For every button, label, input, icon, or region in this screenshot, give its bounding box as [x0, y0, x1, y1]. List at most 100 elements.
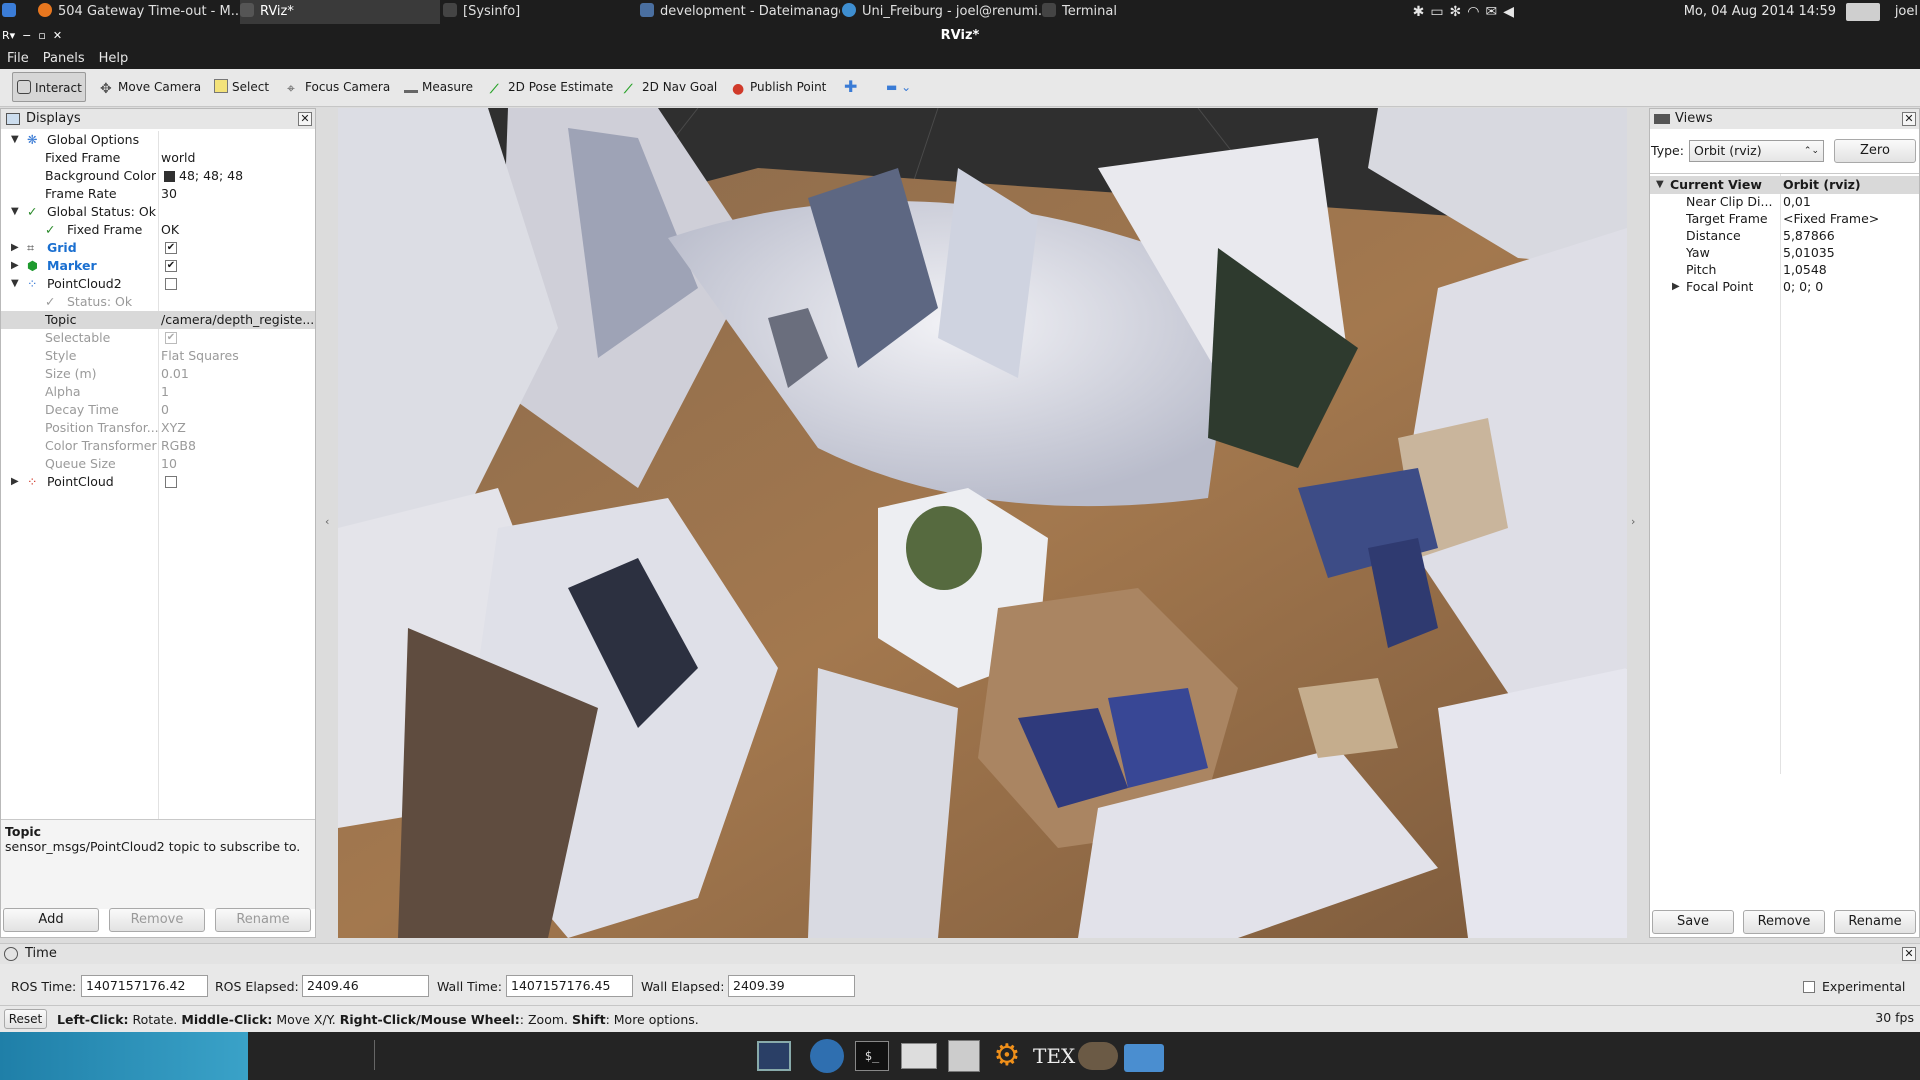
tree-row-position-transformer[interactable]: Position Transfor... XYZ [1, 419, 315, 437]
tree-row-frame-rate[interactable]: Frame Rate 30 [1, 185, 315, 203]
tool-focus-camera[interactable]: ⌖ Focus Camera [283, 72, 394, 102]
tree-row-style[interactable]: Style Flat Squares [1, 347, 315, 365]
tree-row-fixed-frame[interactable]: Fixed Frame world [1, 149, 315, 167]
tree-row-color-transformer[interactable]: Color Transformer RGB8 [1, 437, 315, 455]
tree-row-yaw[interactable]: Yaw 5,01035 [1650, 244, 1919, 262]
reset-button[interactable]: Reset [4, 1009, 47, 1029]
gear-icon: ❋ [27, 132, 38, 147]
task-terminal[interactable]: Terminal [1042, 0, 1172, 24]
add-tool-icon[interactable]: ✚ [840, 72, 861, 102]
rename-display-button[interactable]: Rename [215, 908, 311, 932]
ros-time-field[interactable]: 1407157176.42 [81, 975, 208, 997]
browser-app-icon[interactable] [810, 1039, 844, 1073]
tree-row-decay-time[interactable]: Decay Time 0 [1, 401, 315, 419]
tool-move-camera[interactable]: ✥ Move Camera [96, 72, 205, 102]
remove-display-button[interactable]: Remove [109, 908, 205, 932]
tree-row-selectable[interactable]: Selectable ✔ [1, 329, 315, 347]
point-cloud-scene[interactable] [338, 108, 1627, 938]
collapse-icon[interactable]: ▶ [11, 239, 19, 257]
rename-view-button[interactable]: Rename [1834, 910, 1916, 934]
tool-2d-nav-goal[interactable]: ⟋ 2D Nav Goal [620, 72, 721, 102]
app-menu-icon[interactable] [2, 0, 24, 24]
window-switcher-icon[interactable] [901, 1043, 937, 1069]
add-display-button[interactable]: Add [3, 908, 99, 932]
monitor-app-icon[interactable] [757, 1041, 791, 1071]
tool-2d-pose-estimate[interactable]: ⟋ 2D Pose Estimate [486, 72, 617, 102]
terminal-app-icon[interactable]: $_ [855, 1041, 889, 1071]
task-file-manager[interactable]: development - Dateimanager [640, 0, 840, 24]
tree-row-target-frame[interactable]: Target Frame <Fixed Frame> [1650, 210, 1919, 228]
close-icon[interactable]: ✕ [298, 112, 312, 126]
tree-row-status-ok[interactable]: ✓ Status: Ok [1, 293, 315, 311]
collapse-icon[interactable]: ▶ [11, 257, 19, 275]
gimp-app-icon[interactable] [1078, 1042, 1118, 1070]
type-label: Type: [1651, 143, 1684, 158]
tool-measure[interactable]: Measure [400, 72, 477, 102]
tool-interact[interactable]: Interact [12, 72, 86, 102]
tree-row-near-clip[interactable]: Near Clip Di... 0,01 [1650, 193, 1919, 211]
close-icon[interactable]: ✕ [1902, 112, 1916, 126]
tree-row-alpha[interactable]: Alpha 1 [1, 383, 315, 401]
task-rviz[interactable]: RViz* [240, 0, 440, 24]
task-chat[interactable]: Uni_Freiburg - joel@renumi... [842, 0, 1042, 24]
tree-row-pitch[interactable]: Pitch 1,0548 [1650, 261, 1919, 279]
right-splitter-handle[interactable]: › [1631, 515, 1635, 528]
task-browser[interactable]: 504 Gateway Time-out - M... [38, 0, 238, 24]
color-swatch[interactable] [164, 171, 175, 182]
task-sysinfo[interactable]: [Sysinfo] [443, 0, 623, 24]
ros-elapsed-field[interactable]: 2409.46 [302, 975, 429, 997]
tree-row-grid[interactable]: ▶ ⌗ Grid ✔ [1, 239, 315, 257]
tree-row-pointcloud2[interactable]: ▼ ⁘ PointCloud2 [1, 275, 315, 293]
tree-row-marker[interactable]: ▶ ⬢ Marker ✔ [1, 257, 315, 275]
tree-row-focal-point[interactable]: ▶ Focal Point 0; 0; 0 [1650, 278, 1919, 296]
menu-help[interactable]: Help [92, 48, 136, 69]
tree-row-distance[interactable]: Distance 5,87866 [1650, 227, 1919, 245]
tool-select[interactable]: Select [210, 72, 273, 102]
tree-row-fixed-frame-status[interactable]: ✓ Fixed Frame OK [1, 221, 315, 239]
tray-icons[interactable]: ✱▭✻◠✉◀ [1413, 0, 1520, 24]
tree-row-pointcloud[interactable]: ▶ ⁘ PointCloud [1, 473, 315, 491]
wall-elapsed-field[interactable]: 2409.39 [728, 975, 855, 997]
tree-row-topic[interactable]: Topic/camera/depth_registe... [1, 311, 315, 329]
tree-row-global-options[interactable]: ▼ ❋ Global Options [1, 131, 315, 149]
tree-row-queue-size[interactable]: Queue Size 10 [1, 455, 315, 473]
wall-time-field[interactable]: 1407157176.45 [506, 975, 633, 997]
time-header: Time ✕ [0, 944, 1920, 964]
tree-row-size[interactable]: Size (m) 0.01 [1, 365, 315, 383]
pointcloud-enabled-checkbox[interactable] [165, 476, 177, 488]
expand-icon[interactable]: ▼ [11, 131, 19, 149]
pointcloud2-enabled-checkbox[interactable] [165, 278, 177, 290]
marker-enabled-checkbox[interactable]: ✔ [165, 260, 177, 272]
tool-publish-point[interactable]: ● Publish Point [728, 72, 830, 102]
remove-tool-icon[interactable]: ▬ ⌄ [882, 72, 915, 102]
user-avatar[interactable] [1846, 3, 1880, 21]
tree-row-background-color[interactable]: Background Color 48; 48; 48 [1, 167, 315, 185]
expand-icon[interactable]: ▼ [11, 203, 19, 221]
username[interactable]: joel [1895, 0, 1918, 24]
left-splitter-handle[interactable]: ‹ [325, 515, 329, 528]
3d-render-viewport[interactable] [338, 108, 1627, 938]
menu-file[interactable]: File [0, 48, 36, 69]
collapse-icon[interactable]: ▶ [1672, 278, 1680, 296]
tree-row-global-status[interactable]: ▼ ✓ Global Status: Ok [1, 203, 315, 221]
save-view-button[interactable]: Save [1652, 910, 1734, 934]
remove-view-button[interactable]: Remove [1743, 910, 1825, 934]
expand-icon[interactable]: ▼ [11, 275, 19, 293]
zero-button[interactable]: Zero [1834, 139, 1916, 163]
selectable-checkbox[interactable]: ✔ [165, 332, 177, 344]
expand-icon[interactable]: ▼ [1656, 176, 1664, 194]
close-icon[interactable]: ✕ [1902, 947, 1916, 961]
collapse-icon[interactable]: ▶ [11, 473, 19, 491]
file-manager-app-icon[interactable] [1124, 1044, 1164, 1072]
firefox-icon [38, 3, 52, 17]
settings-gear-icon[interactable]: ⚙ [991, 1040, 1023, 1072]
experimental-checkbox[interactable] [1803, 981, 1815, 993]
checkmark-icon: ✓ [45, 294, 56, 309]
text-editor-icon[interactable] [948, 1040, 980, 1072]
tex-app-icon[interactable]: TEX [1033, 1040, 1075, 1072]
view-type-select[interactable]: Orbit (rviz) ⌃⌄ [1689, 140, 1824, 162]
tree-row-current-view[interactable]: ▼ Current View Orbit (rviz) [1650, 176, 1919, 194]
menu-panels[interactable]: Panels [36, 48, 92, 69]
clock[interactable]: Mo, 04 Aug 2014 14:59 [1684, 0, 1836, 24]
grid-enabled-checkbox[interactable]: ✔ [165, 242, 177, 254]
